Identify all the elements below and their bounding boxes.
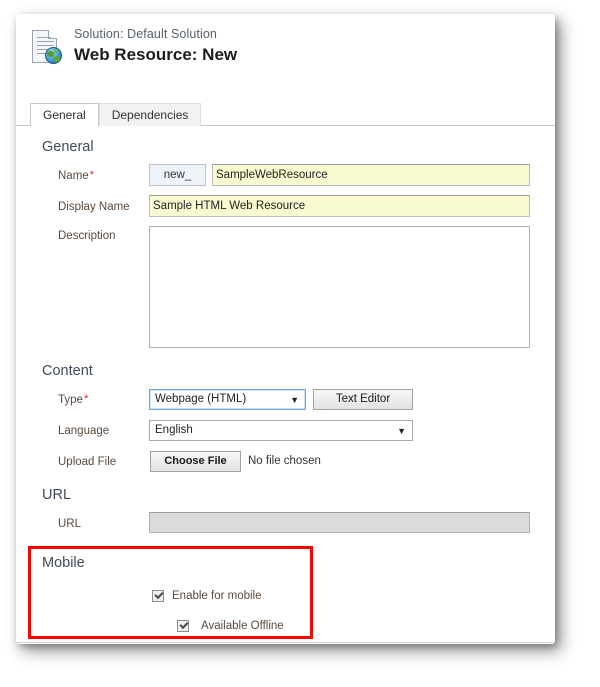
mobile-section: Mobile Enable for mobile Available Offli… xyxy=(16,546,555,639)
tab-dependencies[interactable]: Dependencies xyxy=(98,103,202,128)
display-name-label: Display Name xyxy=(58,201,130,213)
url-input xyxy=(149,512,530,533)
name-input[interactable]: SampleWebResource xyxy=(212,164,530,186)
url-label: URL xyxy=(58,518,82,530)
globe-icon xyxy=(45,47,62,64)
solution-label: Solution: Default Solution xyxy=(74,27,217,41)
enable-for-mobile-label: Enable for mobile xyxy=(172,590,262,602)
screenshot-root: Solution: Default Solution Web Resource:… xyxy=(0,0,600,687)
web-resource-form-window: Solution: Default Solution Web Resource:… xyxy=(16,14,555,644)
type-select[interactable]: Webpage (HTML) ▼ xyxy=(149,389,306,410)
section-heading-url: URL xyxy=(42,487,72,503)
section-heading-general: General xyxy=(42,139,94,155)
form-bottom-divider xyxy=(16,642,555,643)
page-title: Web Resource: New xyxy=(74,45,238,64)
name-required-asterisk: * xyxy=(89,169,94,181)
display-name-input[interactable]: Sample HTML Web Resource xyxy=(149,195,530,217)
language-select[interactable]: English ▼ xyxy=(149,420,413,441)
section-heading-content: Content xyxy=(42,363,93,379)
type-label: Type* xyxy=(58,393,89,407)
available-offline-checkbox[interactable] xyxy=(177,620,189,632)
text-editor-button[interactable]: Text Editor xyxy=(313,389,413,410)
field-row-language: Language English ▼ xyxy=(16,419,555,445)
upload-file-label: Upload File xyxy=(58,456,117,468)
field-row-available-offline: Available Offline xyxy=(16,615,555,639)
field-row-upload-file: Upload File Choose File No file chosen xyxy=(16,450,555,476)
enable-for-mobile-checkbox[interactable] xyxy=(152,590,164,602)
form-body: General Name* new_ SampleWebResource Dis… xyxy=(16,126,555,644)
field-row-url: URL xyxy=(16,512,555,538)
tab-general[interactable]: General xyxy=(30,103,99,128)
type-label-text: Type xyxy=(58,394,83,406)
name-label: Name* xyxy=(58,169,94,183)
field-row-enable-for-mobile: Enable for mobile xyxy=(16,585,555,609)
language-select-value: English xyxy=(155,424,193,436)
file-status-text: No file chosen xyxy=(248,455,321,467)
choose-file-button[interactable]: Choose File xyxy=(150,451,241,472)
field-row-name: Name* new_ SampleWebResource xyxy=(16,164,555,190)
field-row-description: Description xyxy=(16,226,555,354)
type-select-value: Webpage (HTML) xyxy=(155,393,247,405)
description-label: Description xyxy=(58,230,116,242)
name-label-text: Name xyxy=(58,170,89,182)
field-row-display-name: Display Name Sample HTML Web Resource xyxy=(16,195,555,221)
form-header: Solution: Default Solution Web Resource:… xyxy=(16,14,555,94)
name-prefix-field[interactable]: new_ xyxy=(149,164,206,186)
chevron-down-icon: ▼ xyxy=(397,426,406,436)
description-textarea[interactable] xyxy=(149,226,530,348)
chevron-down-icon: ▼ xyxy=(290,395,299,405)
field-row-type: Type* Webpage (HTML) ▼ Text Editor xyxy=(16,388,555,414)
available-offline-label: Available Offline xyxy=(201,620,284,632)
tab-strip: General Dependencies xyxy=(16,102,555,128)
web-resource-document-globe-icon xyxy=(30,30,64,70)
section-heading-mobile: Mobile xyxy=(42,555,85,571)
language-label: Language xyxy=(58,425,110,437)
type-required-asterisk: * xyxy=(83,393,89,405)
